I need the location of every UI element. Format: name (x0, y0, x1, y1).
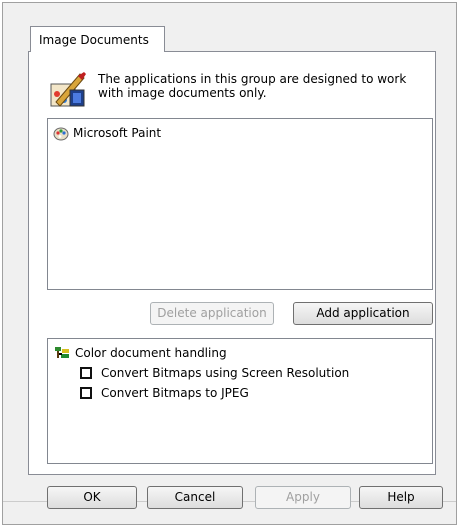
option-convert-jpeg[interactable]: Convert Bitmaps to JPEG (80, 386, 249, 400)
tab-panel: The applications in this group are desig… (28, 51, 436, 475)
tab-image-documents[interactable]: Image Documents (30, 26, 165, 52)
help-button[interactable]: Help (359, 486, 443, 509)
screen-resolution-checkbox[interactable] (80, 367, 92, 379)
color-handling-title: Color document handling (75, 346, 227, 360)
add-application-button[interactable]: Add application (293, 302, 433, 325)
tab-label: Image Documents (39, 33, 149, 47)
application-name: Microsoft Paint (73, 126, 162, 140)
dialog-window: Image Documents The applications in this… (2, 2, 457, 525)
application-list[interactable]: Microsoft Paint (47, 118, 433, 290)
convert-jpeg-checkbox[interactable] (80, 387, 92, 399)
paint-palette-icon (50, 72, 86, 107)
cancel-button[interactable]: Cancel (147, 486, 243, 509)
convert-jpeg-label: Convert Bitmaps to JPEG (101, 386, 249, 400)
color-tree-icon (55, 347, 69, 358)
paint-app-icon (53, 127, 69, 141)
delete-application-button[interactable]: Delete application (150, 302, 274, 325)
group-description: The applications in this group are desig… (98, 72, 407, 100)
color-handling-header[interactable]: Color document handling (54, 346, 227, 360)
color-handling-panel: Color document handling Convert Bitmaps … (47, 338, 433, 464)
apply-button[interactable]: Apply (255, 486, 351, 509)
list-item[interactable]: Microsoft Paint (53, 125, 161, 141)
ok-button[interactable]: OK (47, 486, 137, 509)
screen-resolution-label: Convert Bitmaps using Screen Resolution (101, 366, 350, 380)
option-screen-resolution[interactable]: Convert Bitmaps using Screen Resolution (80, 366, 349, 380)
